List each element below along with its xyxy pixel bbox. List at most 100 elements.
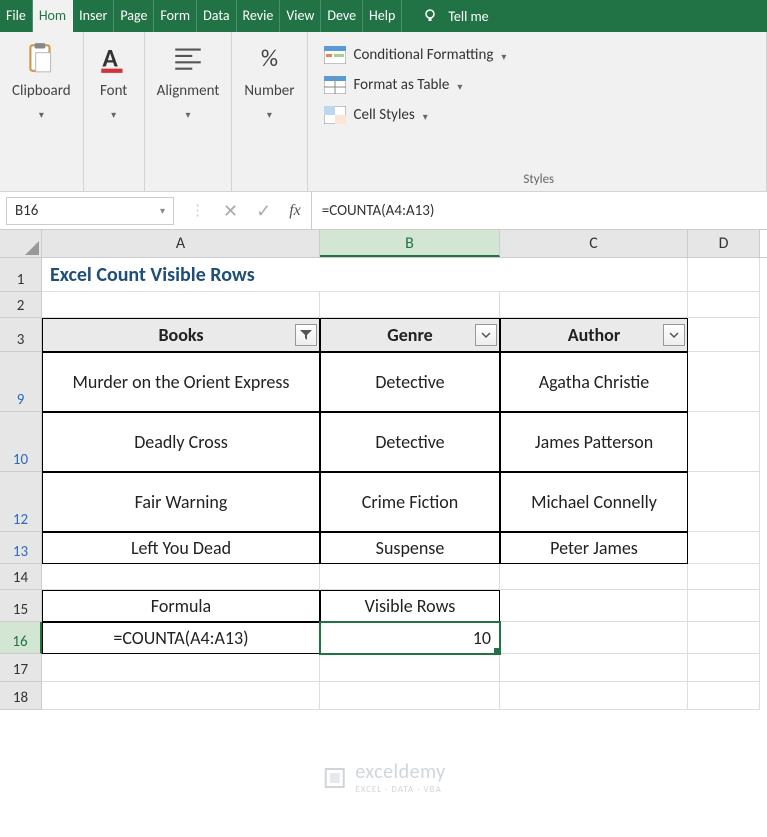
cell[interactable] <box>688 590 760 622</box>
column-header-d[interactable]: D <box>688 230 760 257</box>
cell[interactable] <box>320 682 500 710</box>
row-header-14[interactable]: 14 <box>0 564 42 590</box>
tab-page-layout[interactable]: Page <box>114 0 154 32</box>
filter-button-author[interactable] <box>663 324 685 346</box>
cell[interactable] <box>500 682 688 710</box>
column-header-a[interactable]: A <box>42 230 320 257</box>
cell[interactable] <box>500 654 688 682</box>
conditional-formatting-button[interactable]: Conditional Formatting▾ <box>324 46 507 64</box>
row-header-10[interactable]: 10 <box>0 412 42 472</box>
cancel-formula-button[interactable]: ✕ <box>223 200 238 222</box>
cell[interactable] <box>500 590 688 622</box>
alignment-button[interactable]: Alignment ▾ <box>157 40 220 121</box>
chevron-down-icon: ▾ <box>160 204 165 217</box>
tab-data[interactable]: Data <box>197 0 236 32</box>
cell[interactable] <box>688 654 760 682</box>
formula-text-cell[interactable]: =COUNTA(A4:A13) <box>42 622 320 654</box>
column-header-c[interactable]: C <box>500 230 688 257</box>
table-cell-author[interactable]: Agatha Christie <box>500 352 688 412</box>
cell[interactable] <box>688 318 760 352</box>
row-header-16[interactable]: 16 <box>0 622 42 654</box>
row-header-18[interactable]: 18 <box>0 682 42 710</box>
row-header-3[interactable]: 3 <box>0 318 42 352</box>
cell[interactable] <box>42 292 320 318</box>
table-cell-book[interactable]: Deadly Cross <box>42 412 320 472</box>
table-header-books[interactable]: Books <box>42 318 320 352</box>
conditional-formatting-icon <box>324 46 346 64</box>
cell[interactable] <box>320 564 500 590</box>
column-header-b[interactable]: B <box>320 230 500 257</box>
tab-view[interactable]: View <box>280 0 321 32</box>
selected-cell-b16[interactable]: 10 <box>320 622 500 654</box>
formula-header-cell[interactable]: Formula <box>42 590 320 622</box>
table-cell-author[interactable]: Michael Connelly <box>500 472 688 532</box>
row-header-13[interactable]: 13 <box>0 532 42 564</box>
table-icon <box>324 76 346 94</box>
formula-bar: B16 ▾ ⋮ ✕ ✓ fx =COUNTA(A4:A13) <box>0 192 767 230</box>
cell[interactable] <box>688 682 760 710</box>
tab-developer[interactable]: Deve <box>321 0 363 32</box>
clipboard-icon <box>23 40 59 76</box>
visible-rows-header-cell[interactable]: Visible Rows <box>320 590 500 622</box>
filter-button-books[interactable] <box>295 324 317 346</box>
table-header-genre[interactable]: Genre <box>320 318 500 352</box>
font-label: Font <box>100 82 127 100</box>
row-header-12[interactable]: 12 <box>0 472 42 532</box>
name-box[interactable]: B16 ▾ <box>6 197 174 225</box>
cell[interactable] <box>500 564 688 590</box>
row-header-9[interactable]: 9 <box>0 352 42 412</box>
cell[interactable] <box>688 532 760 564</box>
select-all-corner[interactable] <box>0 230 42 257</box>
table-cell-book[interactable]: Left You Dead <box>42 532 320 564</box>
tab-review[interactable]: Revie <box>237 0 281 32</box>
table-cell-genre[interactable]: Crime Fiction <box>320 472 500 532</box>
table-cell-book[interactable]: Fair Warning <box>42 472 320 532</box>
table-header-author[interactable]: Author <box>500 318 688 352</box>
font-button[interactable]: A Font ▾ <box>96 40 132 121</box>
format-as-table-button[interactable]: Format as Table▾ <box>324 76 463 94</box>
chevron-down-icon: ▾ <box>267 108 272 121</box>
group-styles: Conditional Formatting▾ Format as Table▾… <box>308 32 767 191</box>
cell[interactable] <box>688 352 760 412</box>
tab-home[interactable]: Hom <box>33 0 73 32</box>
table-cell-genre[interactable]: Suspense <box>320 532 500 564</box>
table-cell-author[interactable]: Peter James <box>500 532 688 564</box>
filter-button-genre[interactable] <box>475 324 497 346</box>
cell[interactable] <box>42 654 320 682</box>
cell-styles-button[interactable]: Cell Styles▾ <box>324 106 428 124</box>
row-header-17[interactable]: 17 <box>0 654 42 682</box>
cell[interactable] <box>688 622 760 654</box>
number-button[interactable]: % Number ▾ <box>244 40 294 121</box>
table-cell-genre[interactable]: Detective <box>320 352 500 412</box>
tab-insert[interactable]: Inser <box>73 0 114 32</box>
accept-formula-button[interactable]: ✓ <box>256 200 271 222</box>
cell[interactable] <box>688 564 760 590</box>
title-cell[interactable]: Excel Count Visible Rows <box>42 258 688 292</box>
table-cell-genre[interactable]: Detective <box>320 412 500 472</box>
cell[interactable] <box>42 564 320 590</box>
table-cell-book[interactable]: Murder on the Orient Express <box>42 352 320 412</box>
cell[interactable] <box>688 472 760 532</box>
row-header-15[interactable]: 15 <box>0 590 42 622</box>
cell[interactable] <box>42 682 320 710</box>
cell[interactable] <box>500 622 688 654</box>
cell[interactable] <box>500 292 688 318</box>
cell[interactable] <box>688 258 760 292</box>
fx-icon[interactable]: fx <box>289 202 301 220</box>
styles-group-label: Styles <box>523 166 554 187</box>
cell[interactable] <box>320 292 500 318</box>
table-cell-author[interactable]: James Patterson <box>500 412 688 472</box>
tab-formulas[interactable]: Form <box>154 0 197 32</box>
paste-button[interactable]: Clipboard ▾ <box>12 40 71 121</box>
row-header-1[interactable]: 1 <box>0 258 42 292</box>
column-headers: A B C D <box>0 230 767 258</box>
tab-file[interactable]: File <box>0 0 33 32</box>
cell[interactable] <box>688 292 760 318</box>
cell[interactable] <box>688 412 760 472</box>
formula-bar-buttons: ⋮ ✕ ✓ fx <box>180 200 311 222</box>
row-header-2[interactable]: 2 <box>0 292 42 318</box>
tab-help[interactable]: Help <box>363 0 402 32</box>
tell-me-search[interactable]: Tell me <box>414 0 496 32</box>
formula-input[interactable]: =COUNTA(A4:A13) <box>311 192 767 229</box>
cell[interactable] <box>320 654 500 682</box>
